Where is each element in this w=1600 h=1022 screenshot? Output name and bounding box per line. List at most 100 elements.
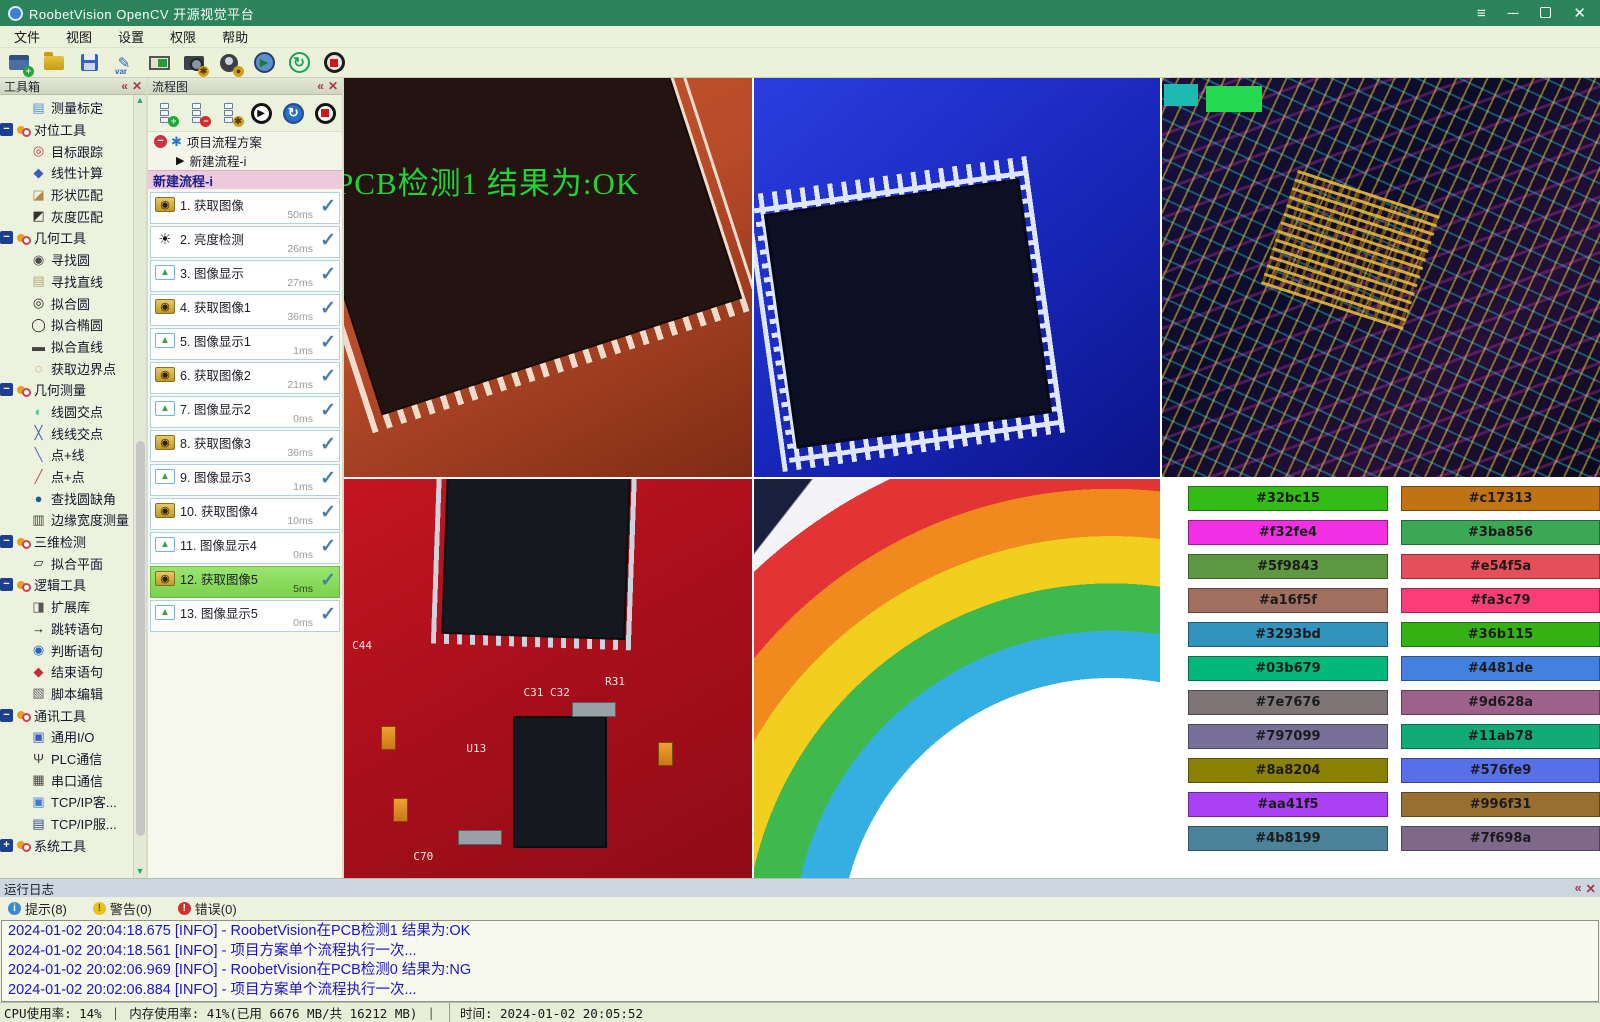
flow-step-11[interactable]: ▲11. 图像显示40ms✓ xyxy=(150,532,340,564)
menu-item-视图[interactable]: 视图 xyxy=(66,27,92,46)
restore-icon[interactable] xyxy=(1540,6,1551,21)
stop-icon[interactable] xyxy=(321,51,347,75)
log-tab-提示[interactable]: i提示(8) xyxy=(8,899,67,918)
toolbox-item-寻找圆[interactable]: ◉寻找圆 xyxy=(0,249,133,271)
user-permission-icon[interactable]: ● xyxy=(216,51,242,75)
run-flow-icon[interactable]: ▶ xyxy=(249,101,274,125)
toolbox-scrollbar[interactable]: ▲ ▼ xyxy=(133,95,146,878)
camera-settings-icon[interactable]: ✱ xyxy=(181,51,207,75)
stop-flow-icon[interactable] xyxy=(313,101,338,125)
toolbox-group-逻辑工具[interactable]: −逻辑工具 xyxy=(0,574,133,596)
menu-item-设置[interactable]: 设置 xyxy=(118,27,144,46)
toolbox-item-灰度匹配[interactable]: ◩灰度匹配 xyxy=(0,205,133,227)
flow-step-5[interactable]: ▲5. 图像显示11ms✓ xyxy=(150,328,340,360)
collapse-panel-icon[interactable]: « xyxy=(121,79,128,93)
menu-item-文件[interactable]: 文件 xyxy=(14,27,40,46)
toolbox-item-获取边界点[interactable]: ◌获取边界点 xyxy=(0,357,133,379)
scroll-thumb[interactable] xyxy=(136,441,145,836)
collapse-icon[interactable]: − xyxy=(0,535,13,548)
collapse-scheme-icon[interactable]: − xyxy=(154,135,167,148)
toolbox-item-测量标定[interactable]: ▤测量标定 xyxy=(0,97,133,119)
close-icon[interactable]: ✕ xyxy=(1573,6,1586,21)
toolbox-item-跳转语句[interactable]: →跳转语句 xyxy=(0,618,133,640)
collapse-panel-icon[interactable]: « xyxy=(317,79,324,93)
new-project-icon[interactable]: + xyxy=(6,51,32,75)
flow-step-12[interactable]: ◉12. 获取图像55ms✓ xyxy=(150,566,340,598)
save-icon[interactable] xyxy=(76,51,102,75)
flow-step-13[interactable]: ▲13. 图像显示50ms✓ xyxy=(150,600,340,632)
flow-step-8[interactable]: ◉8. 获取图像336ms✓ xyxy=(150,430,340,462)
close-panel-icon[interactable]: ✕ xyxy=(132,79,142,93)
collapse-icon[interactable]: − xyxy=(0,578,13,591)
log-tab-错误[interactable]: !错误(0) xyxy=(178,899,237,918)
collapse-icon[interactable]: − xyxy=(0,709,13,722)
toolbox-group-几何工具[interactable]: −几何工具 xyxy=(0,227,133,249)
toolbox-group-对位工具[interactable]: −对位工具 xyxy=(0,119,133,141)
toolbox-item-label: 判断语句 xyxy=(51,641,103,660)
toolbox-item-边缘宽度测量[interactable]: ▥边缘宽度测量 xyxy=(0,509,133,531)
scroll-up-icon[interactable]: ▲ xyxy=(136,95,145,107)
close-panel-icon[interactable]: ✕ xyxy=(328,79,338,93)
toolbox-item-拟合平面[interactable]: ▱拟合平面 xyxy=(0,552,133,574)
minimize-icon[interactable]: ─ xyxy=(1508,6,1519,21)
toolbox-item-线线交点[interactable]: ╳线线交点 xyxy=(0,422,133,444)
toolbox-item-线圆交点[interactable]: ◐线圆交点 xyxy=(0,401,133,423)
variable-edit-icon[interactable]: ✎var xyxy=(111,51,137,75)
flow-step-9[interactable]: ▲9. 图像显示31ms✓ xyxy=(150,464,340,496)
toolbox-item-通用I/O[interactable]: ▣通用I/O xyxy=(0,726,133,748)
flow-step-6[interactable]: ◉6. 获取图像221ms✓ xyxy=(150,362,340,394)
toolbox-item-结束语句[interactable]: ◆结束语句 xyxy=(0,661,133,683)
toolbox-item-label: 跳转语句 xyxy=(51,619,103,638)
close-panel-icon[interactable]: ✕ xyxy=(1586,881,1596,896)
scroll-down-icon[interactable]: ▼ xyxy=(136,866,145,878)
open-project-icon[interactable] xyxy=(41,51,67,75)
toolbox-item-查找圆缺角[interactable]: ●查找圆缺角 xyxy=(0,487,133,509)
collapse-icon[interactable]: − xyxy=(0,231,13,244)
flow-step-4[interactable]: ◉4. 获取图像136ms✓ xyxy=(150,294,340,326)
log-tab-警告[interactable]: !警告(0) xyxy=(93,899,152,918)
toolbox-item-拟合椭圆[interactable]: ◯拟合椭圆 xyxy=(0,314,133,336)
toolbox-item-判断语句[interactable]: ◉判断语句 xyxy=(0,639,133,661)
toolbox-item-TCP/IP服...[interactable]: ▤TCP/IP服... xyxy=(0,813,133,835)
toolbox-group-几何测量[interactable]: −几何测量 xyxy=(0,379,133,401)
flow-step-2[interactable]: ☀2. 亮度检测26ms✓ xyxy=(150,226,340,258)
toolbox-item-目标跟踪[interactable]: ◎目标跟踪 xyxy=(0,140,133,162)
flow-step-10[interactable]: ◉10. 获取图像410ms✓ xyxy=(150,498,340,530)
flow-step-1[interactable]: ◉1. 获取图像50ms✓ xyxy=(150,192,340,224)
toolbox-item-PLC通信[interactable]: ΨPLC通信 xyxy=(0,748,133,770)
capture-card-icon[interactable] xyxy=(146,51,172,75)
add-flow-icon[interactable]: + xyxy=(152,101,177,125)
toolbox-item-点+线[interactable]: ╲点+线 xyxy=(0,444,133,466)
loop-run-icon[interactable]: ↻ xyxy=(286,51,312,75)
remove-flow-icon[interactable]: − xyxy=(184,101,209,125)
menu-item-权限[interactable]: 权限 xyxy=(170,27,196,46)
collapse-icon[interactable]: − xyxy=(0,123,13,136)
toolbox-item-寻找直线[interactable]: ▤寻找直线 xyxy=(0,271,133,293)
toolbox-item-线性计算[interactable]: ◆线性计算 xyxy=(0,162,133,184)
toolbox-item-TCP/IP客...[interactable]: ▣TCP/IP客... xyxy=(0,791,133,813)
menu-icon[interactable]: ≡ xyxy=(1477,6,1486,21)
flow-step-3[interactable]: ▲3. 图像显示27ms✓ xyxy=(150,260,340,292)
toolbox-item-点+点[interactable]: ╱点+点 xyxy=(0,466,133,488)
toolbox-item-拟合直线[interactable]: ▬拟合直线 xyxy=(0,336,133,358)
toolbox-item-脚本编辑[interactable]: ▧脚本编辑 xyxy=(0,683,133,705)
menu-item-帮助[interactable]: 帮助 xyxy=(222,27,248,46)
flow-item-row[interactable]: ▶ 新建流程-i xyxy=(148,151,342,170)
log-list[interactable]: 2024-01-02 20:04:18.675 [INFO] - RoobetV… xyxy=(1,920,1599,1002)
flow-step-7[interactable]: ▲7. 图像显示20ms✓ xyxy=(150,396,340,428)
toolbox-item-拟合圆[interactable]: ◎拟合圆 xyxy=(0,292,133,314)
toolbox-group-系统工具[interactable]: +系统工具 xyxy=(0,834,133,856)
loop-flow-icon[interactable]: ↻ xyxy=(281,101,306,125)
flow-settings-icon[interactable]: ✱ xyxy=(216,101,241,125)
toolbox-group-三维检测[interactable]: −三维检测 xyxy=(0,531,133,553)
toolbox-item-扩展库[interactable]: ◨扩展库 xyxy=(0,596,133,618)
expand-icon[interactable]: + xyxy=(0,839,13,852)
run-icon[interactable]: ▶ xyxy=(251,51,277,75)
toolbox-group-通讯工具[interactable]: −通讯工具 xyxy=(0,704,133,726)
toolbox-item-形状匹配[interactable]: ◪形状匹配 xyxy=(0,184,133,206)
collapse-panel-icon[interactable]: « xyxy=(1575,881,1582,895)
flow-scheme-row[interactable]: − ✱ 项目流程方案 xyxy=(148,132,342,151)
image-view-grid: PCB检测1 结果为:OK C44 R31 U13 C31 C32 C70 #3… xyxy=(344,78,1600,878)
collapse-icon[interactable]: − xyxy=(0,383,13,396)
toolbox-item-串口通信[interactable]: ▦串口通信 xyxy=(0,769,133,791)
